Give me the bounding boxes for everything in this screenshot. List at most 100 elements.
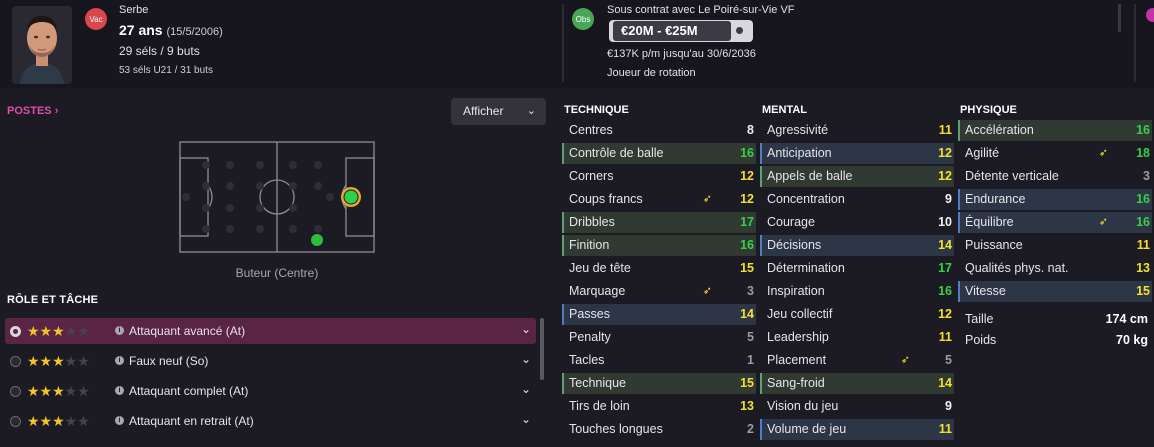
attribute-row[interactable]: Centres 8 bbox=[562, 120, 756, 141]
secondary-position-marker bbox=[311, 234, 323, 246]
attribute-row[interactable]: Dribbles 17 bbox=[562, 212, 756, 233]
attribute-row[interactable]: Touches longues 2 bbox=[562, 419, 756, 440]
attribute-row[interactable]: Endurance 16 bbox=[958, 189, 1152, 210]
chevron-down-icon[interactable]: ⌄ bbox=[521, 352, 531, 366]
chevron-down-icon[interactable]: ⌄ bbox=[521, 322, 531, 336]
scout-badge[interactable]: Obs bbox=[572, 8, 594, 30]
attribute-row[interactable]: Détente verticale 3 bbox=[958, 166, 1152, 187]
attribute-name: Appels de balle bbox=[767, 169, 853, 183]
role-radio[interactable] bbox=[10, 416, 21, 427]
view-dropdown-label: Afficher bbox=[463, 104, 504, 118]
attribute-row[interactable]: Leadership 11 bbox=[760, 327, 954, 348]
attribute-value: 13 bbox=[1136, 261, 1150, 275]
attribute-name: Touches longues bbox=[569, 422, 663, 436]
mental-attributes: MENTAL Agressivité 11 Anticipation 12 Appels… bbox=[760, 100, 954, 442]
attribute-row[interactable]: Anticipation 12 bbox=[760, 143, 954, 164]
attribute-value: 16 bbox=[740, 146, 754, 160]
attribute-name: Qualités phys. nat. bbox=[965, 261, 1069, 275]
attribute-row[interactable]: Vitesse 15 bbox=[958, 281, 1152, 302]
chevron-down-icon: ⌄ bbox=[526, 105, 536, 117]
attribute-value: 17 bbox=[740, 215, 754, 229]
positions-link-label: POSTES bbox=[7, 105, 52, 117]
club-badge-icon[interactable] bbox=[1146, 8, 1154, 22]
chevron-right-icon: › bbox=[54, 105, 59, 117]
attribute-row[interactable]: Vision du jeu 9 bbox=[760, 396, 954, 417]
attribute-row[interactable]: Volume de jeu 11 bbox=[760, 419, 954, 440]
positions-link[interactable]: POSTES › bbox=[7, 105, 58, 117]
attribute-row[interactable]: Marquage ➶ 3 bbox=[562, 281, 756, 302]
attribute-row[interactable]: Finition 16 bbox=[562, 235, 756, 256]
attribute-row[interactable]: Agressivité 11 bbox=[760, 120, 954, 141]
technical-title: TECHNIQUE bbox=[564, 104, 629, 116]
attribute-row[interactable]: Tacles 1 bbox=[562, 350, 756, 371]
attribute-row[interactable]: Jeu de tête 15 bbox=[562, 258, 756, 279]
attribute-name: Marquage bbox=[569, 284, 626, 298]
attribute-row[interactable]: Technique 15 bbox=[562, 373, 756, 394]
attribute-row[interactable]: Contrôle de balle 16 bbox=[562, 143, 756, 164]
role-radio[interactable] bbox=[10, 356, 21, 367]
attribute-name: Puissance bbox=[965, 238, 1023, 252]
attribute-row[interactable]: Corners 12 bbox=[562, 166, 756, 187]
attribute-row[interactable]: Inspiration 16 bbox=[760, 281, 954, 302]
attribute-value: 14 bbox=[740, 307, 754, 321]
attribute-value: 5 bbox=[945, 353, 952, 367]
contract-status-badge[interactable]: Vac bbox=[85, 8, 107, 30]
attribute-row[interactable]: Courage 10 bbox=[760, 212, 954, 233]
attribute-row[interactable]: Détermination 17 bbox=[760, 258, 954, 279]
attribute-row[interactable]: Placement ➶ 5 bbox=[760, 350, 954, 371]
player-avatar[interactable] bbox=[12, 6, 72, 84]
player-header: Vac Serbe 27 ans (15/5/2006) 29 séls / 9… bbox=[0, 0, 1154, 88]
attribute-row[interactable]: Sang-froid 14 bbox=[760, 373, 954, 394]
trend-arrow-icon: ➶ bbox=[1098, 147, 1108, 159]
attribute-value: 15 bbox=[1136, 284, 1150, 298]
attribute-row[interactable]: Décisions 14 bbox=[760, 235, 954, 256]
attribute-row[interactable]: Tirs de loin 13 bbox=[562, 396, 756, 417]
info-icon[interactable]: i bbox=[115, 326, 124, 335]
attribute-value: 16 bbox=[1136, 215, 1150, 229]
roles-scrollbar[interactable] bbox=[540, 318, 544, 380]
transfer-value: €20M - €25M bbox=[613, 21, 731, 41]
info-icon[interactable]: i bbox=[115, 386, 124, 395]
attribute-value: 16 bbox=[740, 238, 754, 252]
role-row[interactable]: ★★★★★ i Attaquant avancé (At) ⌄ bbox=[5, 318, 536, 344]
attribute-name: Anticipation bbox=[767, 146, 832, 160]
chevron-down-icon[interactable]: ⌄ bbox=[521, 382, 531, 396]
attribute-name: Concentration bbox=[767, 192, 845, 206]
date-of-birth: (15/5/2006) bbox=[166, 26, 223, 38]
role-row[interactable]: ★★★★★ i Attaquant complet (At) ⌄ bbox=[5, 378, 536, 404]
info-icon[interactable]: i bbox=[115, 416, 124, 425]
attribute-value: 13 bbox=[740, 399, 754, 413]
attribute-row[interactable]: Équilibre ➶ 16 bbox=[958, 212, 1152, 233]
role-label: Attaquant complet (At) bbox=[129, 384, 249, 398]
role-row[interactable]: ★★★★★ i Attaquant en retrait (At) ⌄ bbox=[5, 408, 536, 434]
role-radio-selected[interactable] bbox=[10, 326, 21, 337]
attribute-value: 15 bbox=[740, 376, 754, 390]
attribute-row[interactable]: Accélération 16 bbox=[958, 120, 1152, 141]
role-row[interactable]: ★★★★★ i Faux neuf (So) ⌄ bbox=[5, 348, 536, 374]
position-caption: Buteur (Centre) bbox=[235, 266, 319, 280]
header-scroll-indicator bbox=[1118, 4, 1121, 32]
attribute-row[interactable]: Coups francs ➶ 12 bbox=[562, 189, 756, 210]
attribute-row[interactable]: Concentration 9 bbox=[760, 189, 954, 210]
attribute-value: 5 bbox=[747, 330, 754, 344]
trend-arrow-icon: ➶ bbox=[702, 193, 712, 205]
transfer-value-tag[interactable]: €20M - €25M bbox=[609, 20, 753, 42]
attribute-row[interactable]: Qualités phys. nat. 13 bbox=[958, 258, 1152, 279]
attribute-row[interactable]: Puissance 11 bbox=[958, 235, 1152, 256]
view-dropdown-button[interactable]: Afficher ⌄ bbox=[451, 98, 546, 125]
role-rating-stars: ★★★★★ bbox=[27, 413, 90, 429]
attribute-row[interactable]: Agilité ➶ 18 bbox=[958, 143, 1152, 164]
chevron-down-icon[interactable]: ⌄ bbox=[521, 412, 531, 426]
role-radio[interactable] bbox=[10, 386, 21, 397]
info-icon[interactable]: i bbox=[115, 356, 124, 365]
nationality[interactable]: Serbe bbox=[119, 4, 148, 16]
attribute-row[interactable]: Penalty 5 bbox=[562, 327, 756, 348]
attribute-name: Endurance bbox=[965, 192, 1026, 206]
attribute-value: 16 bbox=[1136, 123, 1150, 137]
contract-info[interactable]: Sous contrat avec Le Poiré-sur-Vie VF bbox=[607, 4, 795, 16]
attribute-value: 14 bbox=[938, 238, 952, 252]
attribute-row[interactable]: Passes 14 bbox=[562, 304, 756, 325]
attribute-row[interactable]: Appels de balle 12 bbox=[760, 166, 954, 187]
role-label: Faux neuf (So) bbox=[129, 354, 209, 368]
attribute-row[interactable]: Jeu collectif 12 bbox=[760, 304, 954, 325]
